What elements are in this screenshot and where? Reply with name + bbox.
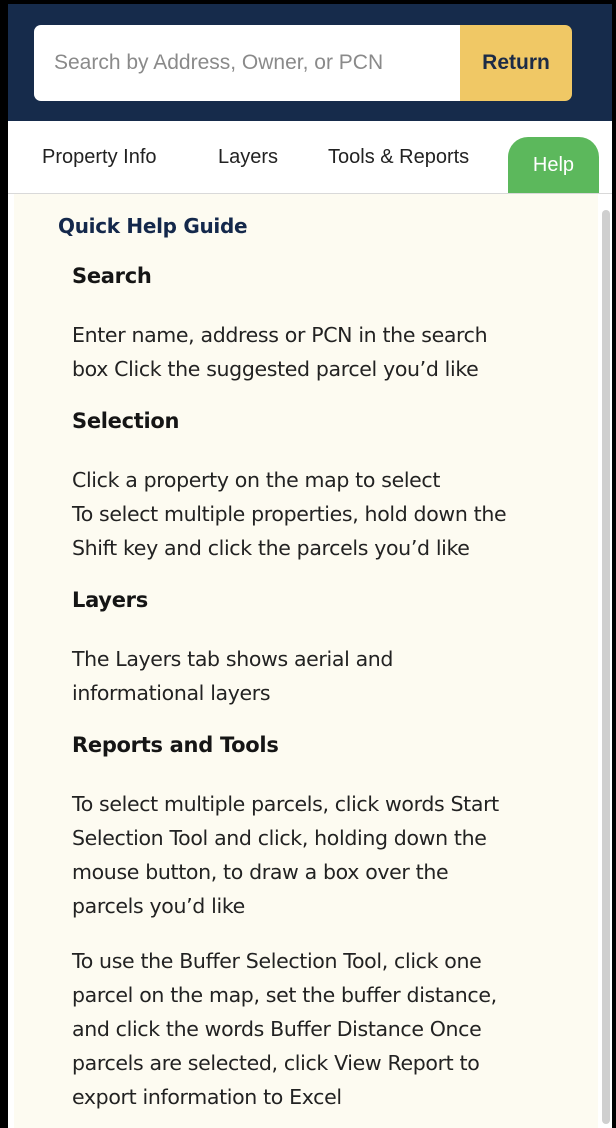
tab-tools-reports[interactable]: Tools & Reports	[328, 121, 469, 193]
tab-property-info[interactable]: Property Info	[42, 121, 157, 193]
section-heading-search: Search	[72, 264, 152, 288]
tab-layers[interactable]: Layers	[218, 121, 278, 193]
search-bar: Return	[8, 4, 612, 121]
search-group: Return	[34, 25, 572, 101]
section-heading-reports-tools: Reports and Tools	[72, 733, 279, 757]
section-text-selection-tool: To select multiple parcels, click words …	[72, 792, 499, 918]
return-button[interactable]: Return	[460, 25, 572, 101]
section-text-selection: Click a property on the map to select To…	[72, 468, 507, 560]
tab-help[interactable]: Help	[508, 137, 599, 193]
section-heading-selection: Selection	[72, 409, 180, 433]
search-input[interactable]	[34, 25, 460, 101]
section-heading-layers: Layers	[72, 588, 148, 612]
quick-help-title: Quick Help Guide	[58, 214, 248, 238]
section-text-search: Enter name, address or PCN in the search…	[72, 323, 488, 381]
section-text-buffer-tool: To use the Buffer Selection Tool, click …	[72, 949, 497, 1109]
section-text-layers: The Layers tab shows aerial and informat…	[72, 647, 394, 705]
panel-scrollbar[interactable]	[602, 210, 610, 1124]
tab-bar: Property Info Layers Tools & Reports Hel…	[8, 121, 612, 194]
